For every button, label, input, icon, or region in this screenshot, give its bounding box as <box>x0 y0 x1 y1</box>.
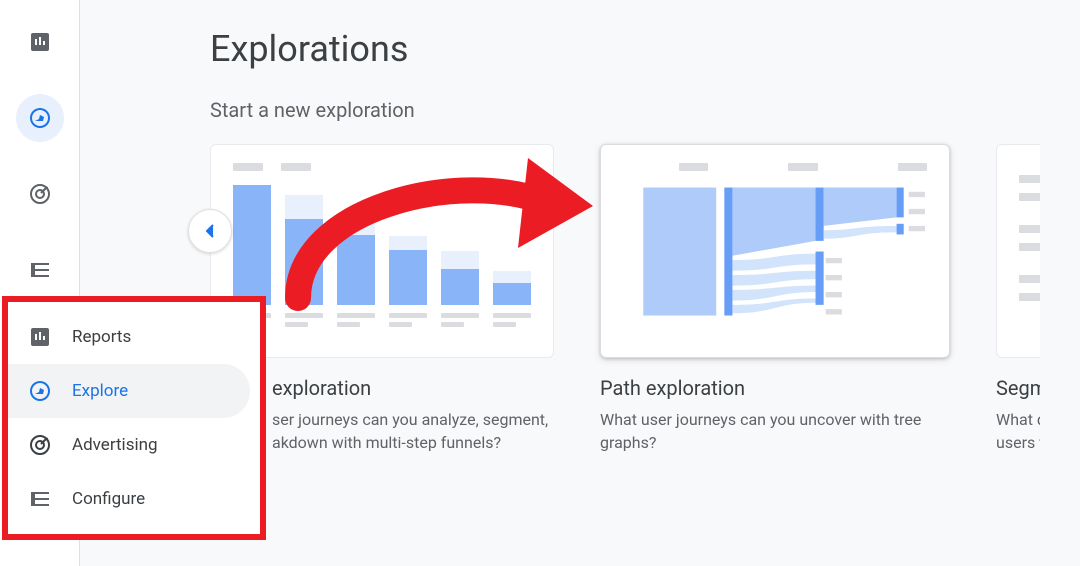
explore-icon <box>28 379 52 403</box>
reports-icon <box>28 30 52 54</box>
nav-popup-annotated: Reports Explore Advertising Configure <box>2 296 266 540</box>
card-desc: What user journeys can you uncover with … <box>600 408 950 454</box>
scroll-back-button[interactable] <box>188 209 232 253</box>
card-preview <box>996 144 1040 358</box>
nav-popup-configure[interactable]: Configure <box>8 472 260 526</box>
advertising-icon <box>28 433 52 457</box>
reports-icon <box>28 325 52 349</box>
nav-popup-explore[interactable]: Explore <box>8 364 250 418</box>
explore-icon <box>28 106 52 130</box>
card-title: Path exploration <box>600 376 950 400</box>
card-segment-overlap[interactable]: Segment o What do int users tell yo <box>996 144 1040 454</box>
advertising-icon <box>28 182 52 206</box>
card-title: Segment o <box>996 376 1040 400</box>
nav-popup-advertising[interactable]: Advertising <box>8 418 260 472</box>
nav-popup-label: Advertising <box>72 435 158 455</box>
nav-popup-label: Configure <box>72 489 145 509</box>
card-preview <box>600 144 950 358</box>
card-desc: What do int users tell yo <box>996 408 1040 454</box>
nav-popup-reports[interactable]: Reports <box>8 310 260 364</box>
nav-popup-label: Explore <box>72 381 128 401</box>
template-cards: exploration ser journeys can you analyze… <box>210 144 1040 454</box>
chevron-left-icon <box>198 219 222 243</box>
card-path-exploration[interactable]: Path exploration What user journeys can … <box>600 144 950 454</box>
nav-rail-configure[interactable] <box>16 246 64 294</box>
nav-rail-advertising[interactable] <box>16 170 64 218</box>
configure-icon <box>28 487 52 511</box>
nav-rail-reports[interactable] <box>16 18 64 66</box>
page-title: Explorations <box>210 28 1040 70</box>
page-subtitle: Start a new exploration <box>210 98 1040 122</box>
nav-rail-explore[interactable] <box>16 94 64 142</box>
nav-popup-label: Reports <box>72 327 131 347</box>
configure-icon <box>28 258 52 282</box>
